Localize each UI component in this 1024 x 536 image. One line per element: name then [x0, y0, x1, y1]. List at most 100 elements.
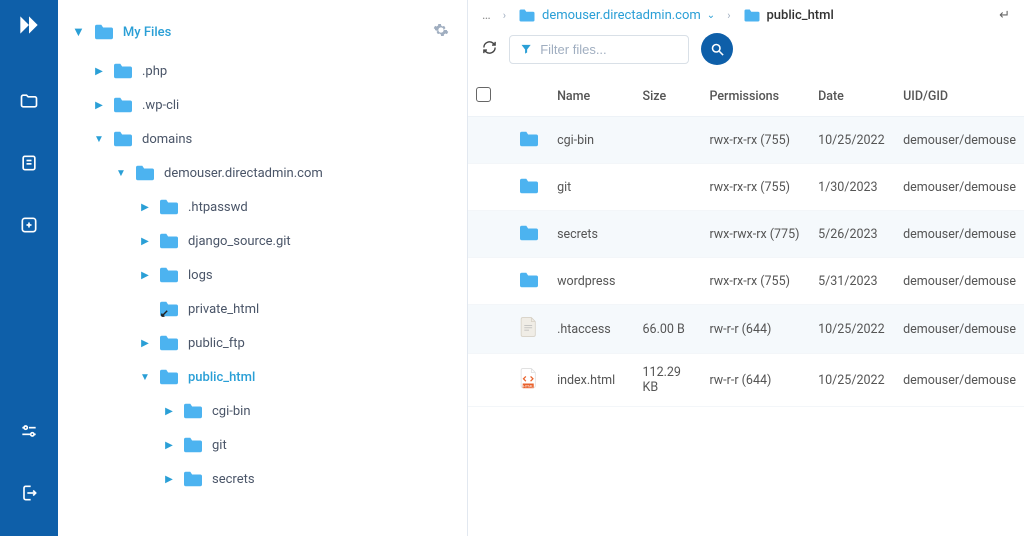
cell-name: wordpress [549, 258, 634, 305]
cell-uidgid: demouser/demouse [895, 117, 1024, 164]
tree-item[interactable]: ▶ .php [70, 54, 455, 88]
tree-item[interactable]: ▼public_html [70, 360, 455, 394]
tree-item-label: demouser.directadmin.com [164, 166, 323, 181]
table-row[interactable]: wordpressrwx-rx-rx (755)5/31/2023demouse… [468, 258, 1024, 305]
tree-item[interactable]: ▶.htpasswd [70, 190, 455, 224]
col-name[interactable]: Name [549, 77, 634, 117]
tree-item[interactable]: ▶public_ftp [70, 326, 455, 360]
caret-right-icon: ▶ [94, 66, 104, 77]
nav-files-icon[interactable] [10, 82, 48, 120]
nav-logout-icon[interactable] [10, 474, 48, 512]
table-row[interactable]: HTMLindex.html112.29 KBrw-r-r (644)10/25… [468, 354, 1024, 407]
col-date[interactable]: Date [810, 77, 895, 117]
cell-uidgid: demouser/demouse [895, 164, 1024, 211]
folder-icon [743, 8, 761, 23]
tree-item[interactable]: ▶ git [70, 428, 455, 462]
nav-settings-icon[interactable] [10, 412, 48, 450]
search-input[interactable] [540, 42, 678, 57]
breadcrumb-ellipsis[interactable]: … [482, 8, 491, 23]
filter-icon [520, 42, 532, 56]
tree-item[interactable]: ▶ django_source.git [70, 224, 455, 258]
cell-date: 5/26/2023 [810, 211, 895, 258]
breadcrumb-domain[interactable]: demouser.directadmin.com ⌄ [518, 8, 715, 23]
tree-item[interactable]: ▼ demouser.directadmin.com [70, 156, 455, 190]
caret-right-icon: ▶ [140, 236, 150, 247]
cell-size [635, 164, 702, 211]
cell-name: index.html [549, 354, 634, 407]
tree-root-label: My Files [123, 25, 171, 40]
tree-item-label: git [212, 438, 227, 453]
tree-item[interactable]: ▼domains [70, 122, 455, 156]
search-input-wrap[interactable] [509, 35, 689, 64]
folder-icon [112, 96, 134, 114]
tree-item[interactable]: ▶secrets [70, 462, 455, 496]
gear-icon[interactable] [433, 22, 449, 42]
folder-icon [112, 130, 134, 148]
tree-item-label: logs [188, 268, 213, 283]
caret-right-icon: ▶ [140, 338, 150, 349]
tree-root[interactable]: ▼ My Files [72, 23, 171, 41]
cell-uidgid: demouser/demouse [895, 211, 1024, 258]
reload-button[interactable] [482, 40, 497, 59]
app-logo [16, 12, 42, 42]
breadcrumb-domain-label: demouser.directadmin.com [542, 8, 701, 23]
nav-document-icon[interactable] [10, 144, 48, 182]
folder-symlink-icon [158, 300, 180, 318]
breadcrumb-current-label: public_html [767, 8, 834, 23]
caret-right-icon: ▶ [164, 474, 174, 485]
caret-right-icon: ▶ [164, 440, 174, 451]
caret-down-icon: ▼ [116, 168, 126, 179]
chevron-right-icon: › [727, 9, 730, 22]
breadcrumb-current: public_html [743, 8, 834, 23]
select-all-checkbox[interactable] [476, 87, 491, 102]
tree-item-label: django_source.git [188, 234, 291, 249]
tree-item[interactable]: ▶cgi-bin [70, 394, 455, 428]
cell-name: git [549, 164, 634, 211]
folder-icon [158, 198, 180, 216]
folder-icon [158, 334, 180, 352]
cell-size [635, 211, 702, 258]
folder-icon [518, 269, 540, 291]
cell-permissions: rw-r-r (644) [701, 354, 810, 407]
breadcrumb: … › demouser.directadmin.com ⌄ › public_… [468, 0, 1024, 29]
caret-down-icon: ▼ [94, 134, 104, 145]
file-html-icon: HTML [518, 367, 540, 389]
folder-icon [112, 62, 134, 80]
tree-header: ▼ My Files [70, 18, 455, 54]
table-row[interactable]: gitrwx-rx-rx (755)1/30/2023demouser/demo… [468, 164, 1024, 211]
search-button[interactable] [701, 33, 733, 65]
folder-icon [518, 175, 540, 197]
table-row[interactable]: secretsrwx-rwx-rx (775)5/26/2023demouser… [468, 211, 1024, 258]
cell-name: cgi-bin [549, 117, 634, 164]
tree-item[interactable]: ▶ .wp-cli [70, 88, 455, 122]
col-uidgid[interactable]: UID/GID [895, 77, 1024, 117]
file-table: Name Size Permissions Date UID/GID cgi-b… [468, 77, 1024, 407]
folder-icon [182, 436, 204, 454]
tree-item-label: private_html [188, 302, 259, 317]
tree-item[interactable]: ▶logs [70, 258, 455, 292]
col-permissions[interactable]: Permissions [701, 77, 810, 117]
cell-date: 10/25/2022 [810, 305, 895, 354]
caret-down-icon: ▼ [140, 372, 150, 383]
chevron-right-icon: › [503, 9, 506, 22]
nav-add-icon[interactable] [10, 206, 48, 244]
cell-name: secrets [549, 211, 634, 258]
cell-size: 112.29 KB [635, 354, 702, 407]
table-row[interactable]: cgi-binrwx-rx-rx (755)10/25/2022demouser… [468, 117, 1024, 164]
table-row[interactable]: .htaccess66.00 Brw-r-r (644)10/25/2022de… [468, 305, 1024, 354]
caret-right-icon: ▶ [94, 100, 104, 111]
return-icon[interactable]: ↵ [999, 8, 1010, 23]
tree-item[interactable]: ▶private_html [70, 292, 455, 326]
col-size[interactable]: Size [635, 77, 702, 117]
folder-icon [518, 222, 540, 244]
tree-item-label: .php [142, 64, 167, 79]
cell-size: 66.00 B [635, 305, 702, 354]
folder-icon [518, 8, 536, 23]
cell-date: 1/30/2023 [810, 164, 895, 211]
folder-icon [182, 402, 204, 420]
tree-item-label: .wp-cli [142, 98, 179, 113]
main-panel: … › demouser.directadmin.com ⌄ › public_… [468, 0, 1024, 536]
cell-uidgid: demouser/demouse [895, 305, 1024, 354]
caret-down-icon: ▼ [72, 24, 85, 40]
folder-icon [158, 232, 180, 250]
